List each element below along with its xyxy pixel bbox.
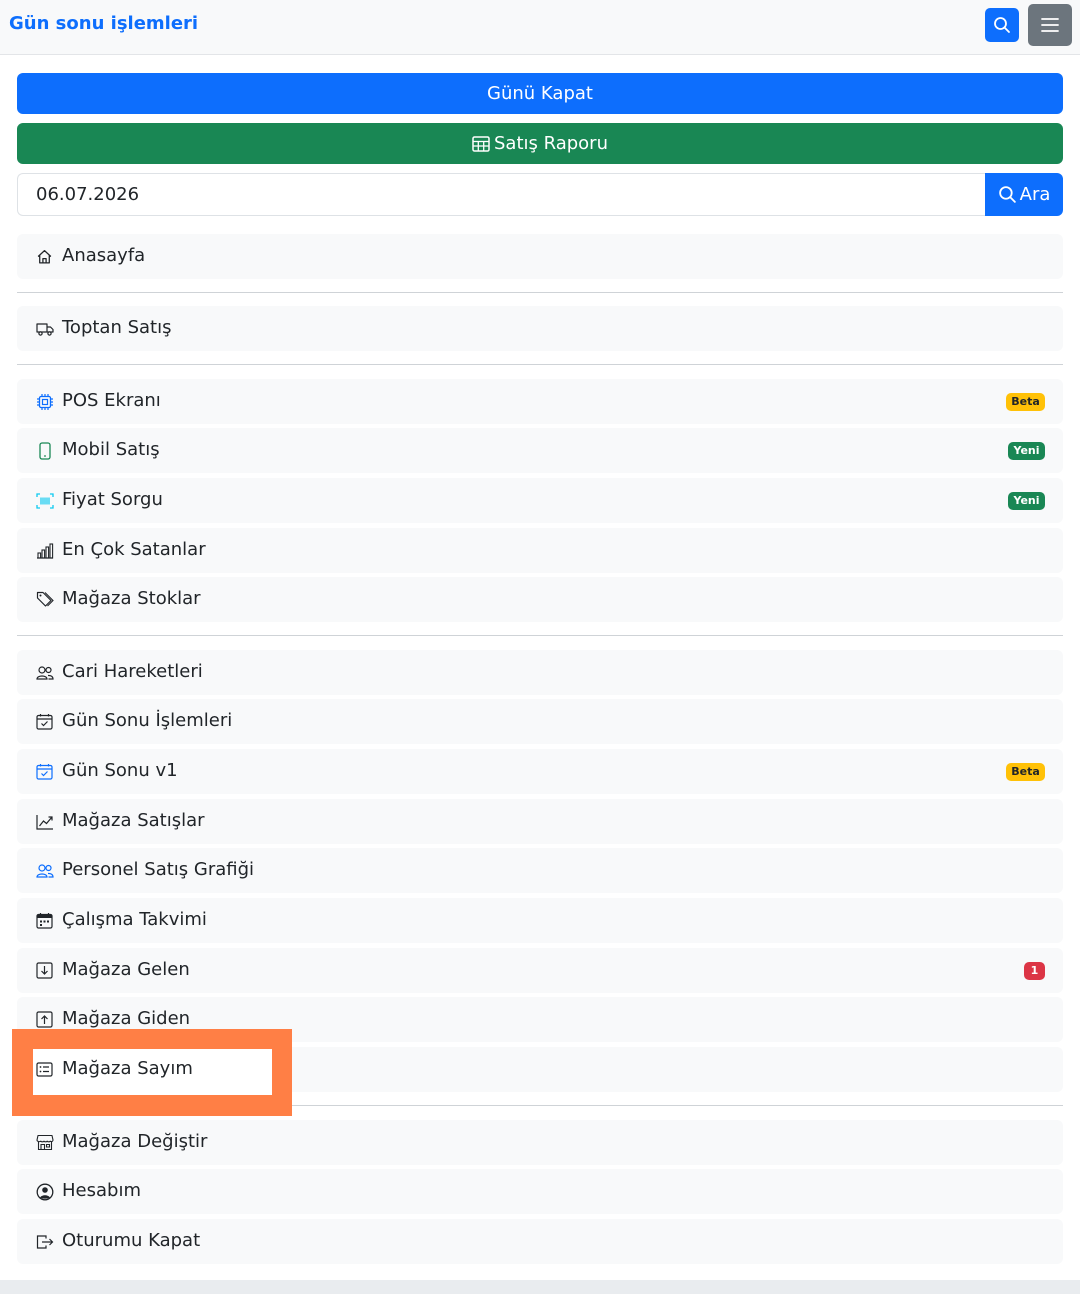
menu-item-home[interactable]: Anasayfa [17, 234, 1063, 279]
menu-item-label: POS Ekranı [62, 390, 161, 411]
menu-item-label: Cari Hareketleri [62, 661, 203, 682]
home-icon [35, 247, 54, 266]
menu-item-pos[interactable]: POS Ekranı Beta [17, 379, 1063, 424]
menu-item-label: Fiyat Sorgu [62, 489, 163, 510]
search-icon [998, 186, 1016, 203]
menu-item-label: Mağaza Değiştir [62, 1131, 208, 1152]
truck-icon [35, 319, 54, 338]
person-circle-icon [35, 1182, 54, 1201]
bar-chart-icon [35, 541, 54, 560]
menu-item-label: Mağaza Stoklar [62, 588, 201, 609]
people-icon [35, 861, 54, 880]
menu-item-label: Personel Satış Grafiği [62, 859, 255, 880]
menu-item-price-query[interactable]: Fiyat Sorgu Yeni [17, 478, 1063, 523]
menu-item-logout[interactable]: Oturumu Kapat [17, 1219, 1063, 1264]
beta-badge: Beta [1006, 763, 1045, 781]
close-day-button[interactable]: Günü Kapat [17, 73, 1063, 114]
date-search-label: Ara [1019, 184, 1051, 205]
page: Gün sonu işlemleri Günü Kapat Satış Rapo… [0, 0, 1080, 1280]
card-list-icon [35, 1060, 54, 1079]
box-arrow-up-icon [35, 1010, 54, 1029]
box-arrow-right-icon [35, 1232, 54, 1251]
menu-divider [17, 364, 1063, 365]
page-title: Gün sonu işlemleri [9, 13, 199, 34]
beta-badge: Beta [1006, 393, 1045, 411]
menu-item-work-calendar[interactable]: Çalışma Takvimi [17, 898, 1063, 943]
menu-item-wholesale[interactable]: Toptan Satış [17, 306, 1063, 351]
menu-item-label: Mağaza Gelen [62, 959, 190, 980]
barcode-scan-icon [35, 491, 54, 510]
hamburger-menu-icon [1041, 18, 1059, 32]
search-icon [994, 17, 1010, 33]
menu-item-label: Toptan Satış [62, 317, 172, 338]
menu-item-end-of-day-v1[interactable]: Gün Sonu v1 Beta [17, 749, 1063, 794]
menu-divider [17, 635, 1063, 636]
calendar-check-icon [35, 762, 54, 781]
table-icon [472, 135, 490, 152]
menu-item-label: Mağaza Giden [62, 1008, 191, 1029]
menu-item-label: Mobil Satış [62, 439, 160, 460]
sales-report-label: Satış Raporu [493, 133, 608, 154]
menu-item-store-incoming[interactable]: Mağaza Gelen 1 [17, 948, 1063, 993]
menu-item-store-sales[interactable]: Mağaza Satışlar [17, 799, 1063, 844]
menu-divider [17, 292, 1063, 293]
menu-item-label: Mağaza Satışlar [62, 810, 205, 831]
date-input[interactable] [17, 173, 986, 216]
tags-icon [35, 590, 54, 609]
people-icon [35, 663, 54, 682]
menu-item-label: Mağaza Sayım [62, 1058, 193, 1079]
menu-item-mobile-sales[interactable]: Mobil Satış Yeni [17, 428, 1063, 473]
menu-item-label: Anasayfa [62, 245, 146, 266]
menu-item-label: Gün Sonu İşlemleri [62, 710, 233, 731]
menu-item-label: Çalışma Takvimi [62, 909, 207, 930]
search-button[interactable] [985, 8, 1019, 42]
menu-item-account-moves[interactable]: Cari Hareketleri [17, 650, 1063, 695]
box-arrow-in-down-icon [35, 961, 54, 980]
menu-toggle-button[interactable] [1028, 4, 1072, 46]
menu-item-store-stocks[interactable]: Mağaza Stoklar [17, 577, 1063, 622]
menu-item-end-of-day[interactable]: Gün Sonu İşlemleri [17, 699, 1063, 744]
date-search-button[interactable]: Ara [985, 173, 1063, 216]
new-badge: Yeni [1008, 492, 1045, 510]
menu-item-staff-sales-chart[interactable]: Personel Satış Grafiği [17, 848, 1063, 893]
menu-item-label: Oturumu Kapat [62, 1230, 201, 1251]
cpu-icon [35, 392, 54, 411]
menu-item-label: En Çok Satanlar [62, 539, 206, 560]
menu-item-label: Hesabım [62, 1180, 141, 1201]
graph-up-icon [35, 812, 54, 831]
phone-icon [35, 441, 54, 460]
count-badge: 1 [1024, 962, 1045, 980]
menu-item-change-store[interactable]: Mağaza Değiştir [17, 1120, 1063, 1165]
calendar-check-icon [35, 712, 54, 731]
sales-report-button[interactable]: Satış Raporu [17, 123, 1063, 164]
menu-item-my-account[interactable]: Hesabım [17, 1169, 1063, 1214]
close-day-label: Günü Kapat [487, 83, 593, 104]
shop-icon [35, 1133, 54, 1152]
menu-item-best-sellers[interactable]: En Çok Satanlar [17, 528, 1063, 573]
calendar-week-icon [35, 911, 54, 930]
new-badge: Yeni [1008, 442, 1045, 460]
menu-item-label: Gün Sonu v1 [62, 760, 178, 781]
top-navbar: Gün sonu işlemleri [0, 0, 1080, 55]
